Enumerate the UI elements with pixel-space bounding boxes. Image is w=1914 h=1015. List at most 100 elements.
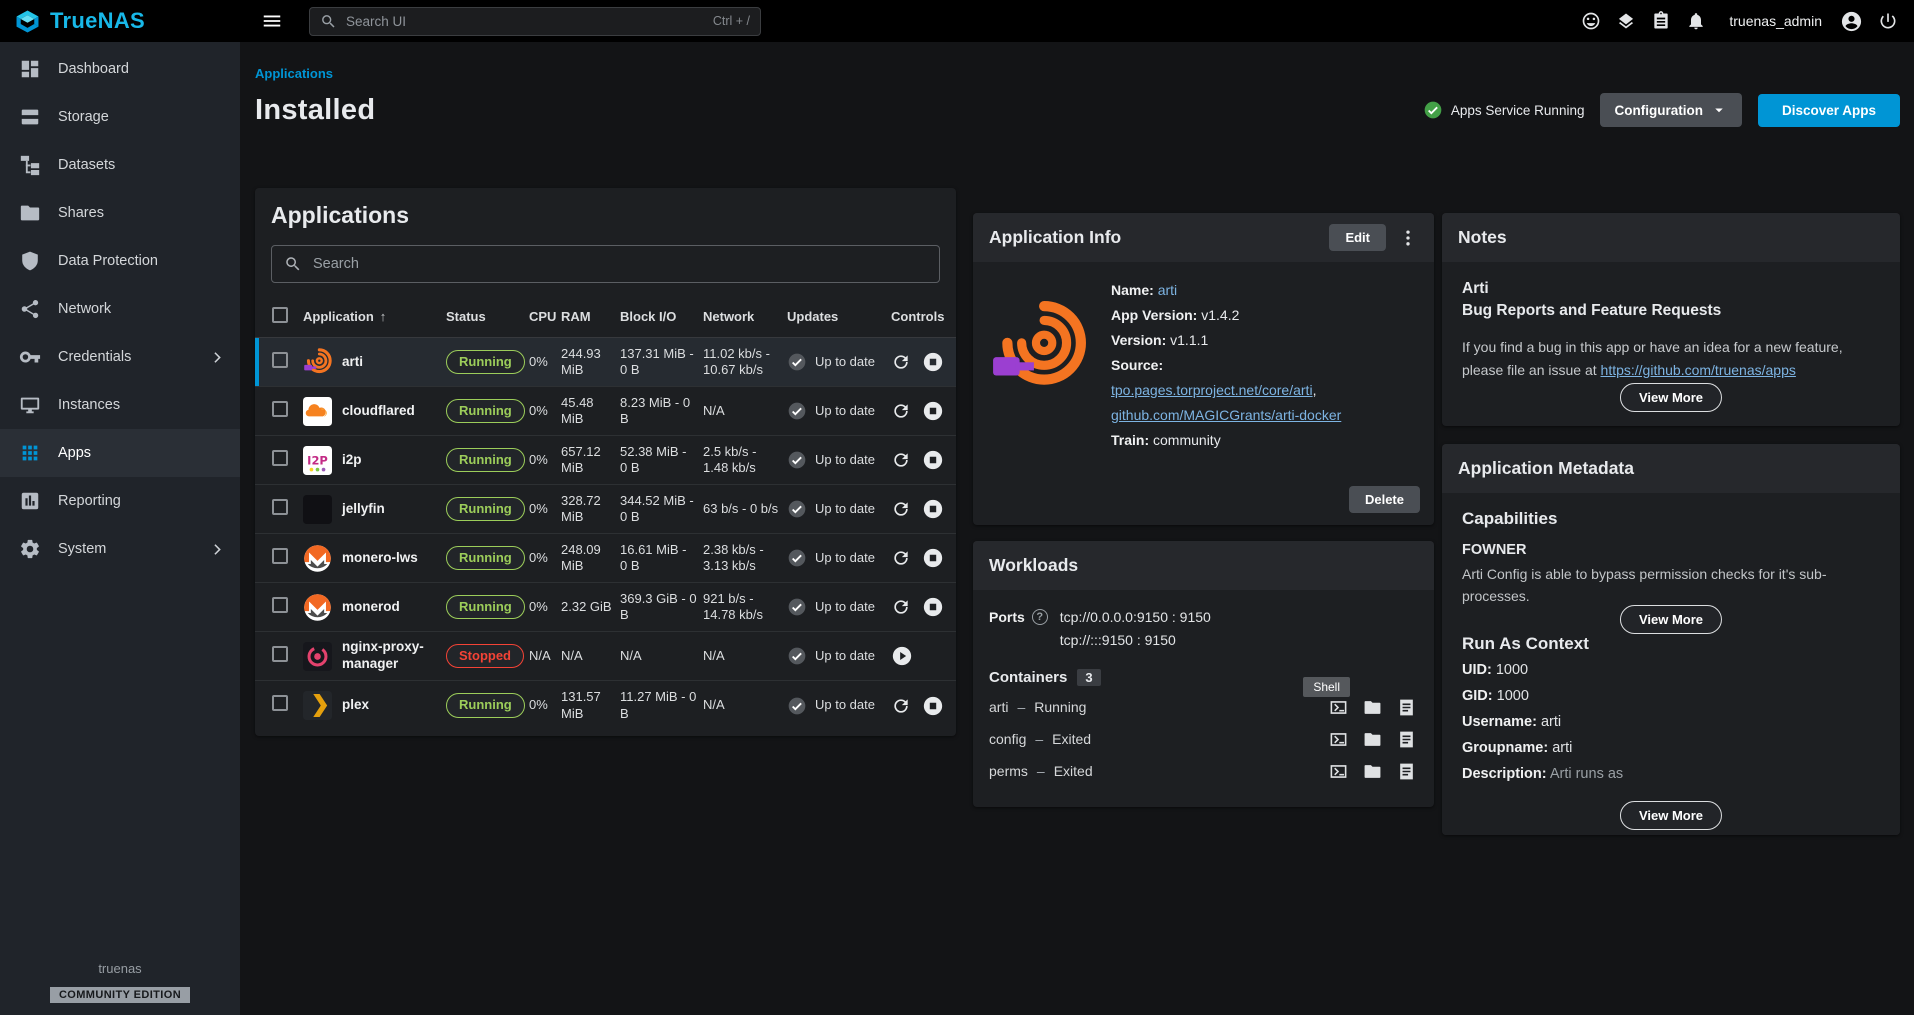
column-header-application[interactable]: Application ↑ [303,309,446,325]
monero-app-icon [303,593,332,622]
applications-panel: Applications Application ↑ Status CPU [255,188,956,736]
shell-icon[interactable] [1329,762,1348,781]
caret-down-icon [1710,101,1728,119]
apps-search[interactable] [271,245,940,283]
ports-help-icon[interactable]: ? [1032,609,1048,625]
storage-icon [19,106,41,128]
sidebar-item-network[interactable]: Network [0,285,240,333]
stop-button[interactable] [922,498,944,520]
browse-files-folder-icon[interactable] [1363,730,1382,749]
edit-button[interactable]: Edit [1329,224,1386,251]
view-logs-icon[interactable] [1397,698,1416,717]
account-circle-icon[interactable] [1840,10,1863,33]
community-edition-badge: COMMUNITY EDITION [50,987,190,1003]
sidebar-item-storage[interactable]: Storage [0,93,240,141]
row-checkbox[interactable] [272,597,288,613]
sidebar-item-credentials[interactable]: Credentials [0,333,240,381]
updates-label: Up to date [815,697,875,713]
stop-button[interactable] [922,547,944,569]
row-checkbox[interactable] [272,499,288,515]
sidebar-toggle-button[interactable] [261,9,285,33]
row-checkbox[interactable] [272,401,288,417]
row-checkbox[interactable] [272,352,288,368]
discover-apps-button[interactable]: Discover Apps [1758,94,1900,127]
applications-table: Application ↑ Status CPU RAM Block I/O N… [255,298,956,730]
table-row-monero-lws[interactable]: monero-lws Running 0% 248.09 MiB 16.61 M… [255,534,956,583]
train-value: community [1153,432,1221,448]
sidebar-item-label: Shares [58,205,104,221]
truenas-logo[interactable]: TrueNAS [0,8,226,35]
table-row-jellyfin[interactable]: jellyfin Running 0% 328.72 MiB 344.52 Mi… [255,485,956,534]
row-checkbox[interactable] [272,548,288,564]
source-link[interactable]: tpo.pages.torproject.net/core/arti [1111,382,1313,398]
sidebar-item-apps[interactable]: Apps [0,429,240,477]
container-name: arti [989,699,1008,715]
restart-button[interactable] [891,696,911,716]
row-checkbox[interactable] [272,450,288,466]
browse-files-folder-icon[interactable] [1363,698,1382,717]
restart-button[interactable] [891,450,911,470]
sidebar-item-system[interactable]: System [0,525,240,573]
browse-files-folder-icon[interactable] [1363,762,1382,781]
feedback-smiley-icon[interactable] [1581,11,1601,31]
global-search-input[interactable] [346,14,704,29]
apps-search-input[interactable] [313,256,927,272]
monero-app-icon [303,544,332,573]
breadcrumb[interactable]: Applications [255,66,333,81]
sidebar-item-shares[interactable]: Shares [0,189,240,237]
view-logs-icon[interactable] [1397,730,1416,749]
shell-icon[interactable] [1329,698,1348,717]
stop-button[interactable] [922,695,944,717]
block-io-value: 16.61 MiB - 0 B [620,542,703,575]
layers-icon[interactable] [1616,11,1636,31]
i2p-app-icon [303,446,332,475]
workloads-card: Workloads Ports ? tcp://0.0.0.0:9150 : 9… [973,541,1434,807]
table-row-nginx-proxy-manager[interactable]: nginx-proxy-manager Stopped N/A N/A N/A … [255,632,956,681]
capabilities-view-more-button[interactable]: View More [1620,605,1722,634]
stop-button[interactable] [922,351,944,373]
table-row-arti[interactable]: arti Running 0% 244.93 MiB 137.31 MiB - … [255,338,956,387]
notifications-bell-icon[interactable] [1686,11,1706,31]
sidebar-item-datasets[interactable]: Datasets [0,141,240,189]
table-row-monerod[interactable]: monerod Running 0% 2.32 GiB 369.3 GiB - … [255,583,956,632]
app-name-link[interactable]: arti [1158,282,1177,298]
configuration-button[interactable]: Configuration [1600,93,1741,127]
stop-button[interactable] [922,449,944,471]
apps-service-status: Apps Service Running [1423,100,1585,120]
sidebar-item-label: Dashboard [58,61,129,77]
view-logs-icon[interactable] [1397,762,1416,781]
sidebar-item-dashboard[interactable]: Dashboard [0,45,240,93]
stop-button[interactable] [922,400,944,422]
delete-button[interactable]: Delete [1349,486,1420,513]
start-button[interactable] [891,645,913,667]
global-search[interactable]: Ctrl + / [309,7,761,36]
sidebar-item-reporting[interactable]: Reporting [0,477,240,525]
restart-button[interactable] [891,352,911,372]
shell-icon[interactable] [1329,730,1348,749]
table-row-plex[interactable]: plex Running 0% 131.57 MiB 11.27 MiB - 0… [255,681,956,730]
column-header-updates: Updates [787,309,891,325]
restart-button[interactable] [891,548,911,568]
row-checkbox[interactable] [272,695,288,711]
restart-button[interactable] [891,597,911,617]
jobs-clipboard-icon[interactable] [1651,11,1671,31]
row-checkbox[interactable] [272,646,288,662]
kebab-menu-icon[interactable] [1398,228,1418,248]
stop-button[interactable] [922,596,944,618]
select-all-checkbox[interactable] [272,307,288,323]
restart-button[interactable] [891,401,911,421]
source-link[interactable]: github.com/MAGICGrants/arti-docker [1111,407,1341,423]
restart-button[interactable] [891,499,911,519]
power-icon[interactable] [1878,11,1898,31]
sidebar-footer: truenas COMMUNITY EDITION [0,961,240,1003]
metadata-view-more-button[interactable]: View More [1620,801,1722,830]
sidebar-item-data-protection[interactable]: Data Protection [0,237,240,285]
table-row-cloudflared[interactable]: cloudflared Running 0% 45.48 MiB 8.23 Mi… [255,387,956,436]
issues-link[interactable]: https://github.com/truenas/apps [1601,362,1796,378]
notes-view-more-button[interactable]: View More [1620,383,1722,412]
table-row-i2p[interactable]: i2p Running 0% 657.12 MiB 52.38 MiB - 0 … [255,436,956,485]
sidebar-item-instances[interactable]: Instances [0,381,240,429]
arti-app-icon-large [989,300,1087,398]
username-label[interactable]: truenas_admin [1729,13,1822,29]
network-value: 63 b/s - 0 b/s [703,501,787,517]
